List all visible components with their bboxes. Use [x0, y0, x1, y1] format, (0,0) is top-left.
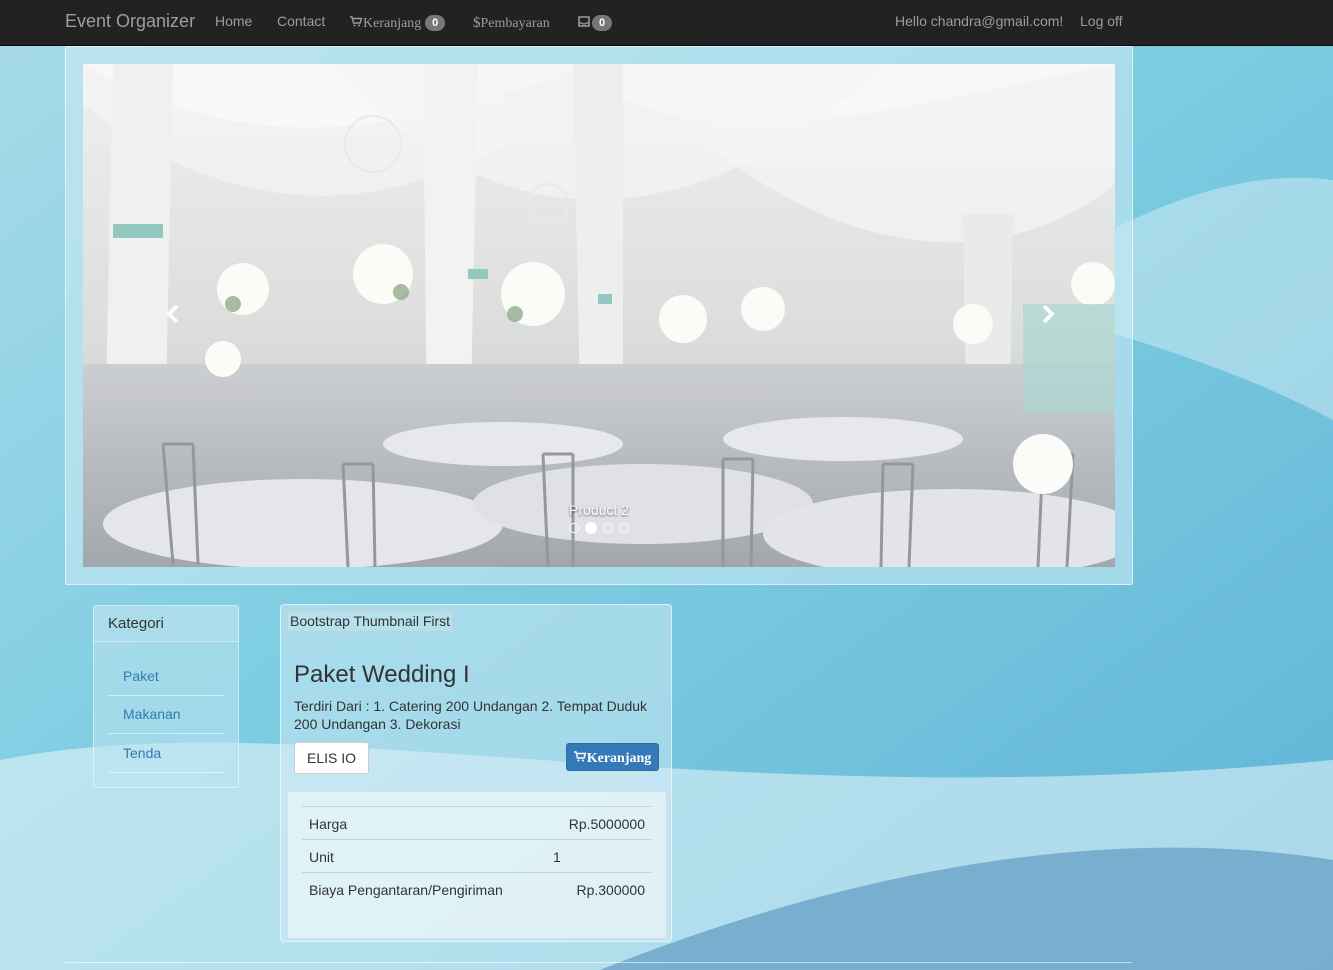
carousel-prev-button[interactable]	[153, 294, 193, 334]
nav-contact[interactable]: Contact	[277, 13, 325, 29]
detail-value: Rp.300000	[576, 882, 645, 898]
top-navbar: Event Organizer Home Contact Keranjang 0…	[0, 0, 1333, 46]
carousel-caption: Product 2	[569, 502, 629, 518]
category-item-tenda[interactable]: Tenda	[108, 734, 224, 773]
table-row: Biaya Pengantaran/Pengiriman Rp.300000	[302, 872, 652, 905]
cart-icon	[350, 14, 363, 30]
product-card: Bootstrap Thumbnail First Paket Wedding …	[280, 604, 672, 942]
product-carousel: Product 2	[83, 64, 1115, 567]
detail-mid: 1	[553, 849, 561, 865]
table-row: Harga Rp.5000000	[302, 806, 652, 839]
nav-payment-label: Pembayaran	[480, 16, 550, 31]
carousel-indicator[interactable]	[569, 523, 579, 533]
detail-value: Rp.5000000	[568, 816, 645, 832]
nav-cart-label: Keranjang	[363, 16, 422, 31]
category-panel: Kategori Paket Makanan Tenda	[93, 605, 239, 788]
cart-icon	[574, 744, 587, 770]
category-item-makanan[interactable]: Makanan	[108, 695, 224, 734]
nav-home[interactable]: Home	[215, 13, 252, 29]
product-details-table: Harga Rp.5000000 Unit 1 Biaya Pengantara…	[287, 791, 667, 939]
product-title: Paket Wedding I	[294, 661, 470, 688]
nav-inbox[interactable]: 0	[578, 14, 612, 31]
carousel-next-button[interactable]	[1028, 294, 1068, 334]
chevron-right-icon	[1042, 304, 1055, 324]
carousel-indicator[interactable]	[619, 523, 629, 533]
nav-cart[interactable]: Keranjang 0	[350, 14, 446, 32]
add-to-cart-label: Keranjang	[586, 751, 652, 766]
dollar-icon: $	[473, 15, 481, 31]
logoff-link[interactable]: Log off	[1080, 13, 1123, 29]
carousel-indicators	[83, 522, 1115, 534]
chevron-left-icon	[166, 304, 179, 324]
cart-count-badge: 0	[425, 15, 446, 31]
vendor-button[interactable]: ELIS IO	[294, 742, 370, 774]
add-to-cart-button[interactable]: Keranjang	[566, 743, 659, 771]
product-description: Terdiri Dari : 1. Catering 200 Undangan …	[294, 698, 648, 732]
category-item-label: Tenda	[123, 745, 162, 761]
category-item-label: Paket	[123, 668, 159, 684]
detail-label: Biaya Pengantaran/Pengiriman	[309, 882, 503, 898]
brand-link[interactable]: Event Organizer	[65, 11, 195, 32]
nav-payment[interactable]: $Pembayaran	[473, 14, 550, 32]
footer-divider	[65, 962, 1132, 963]
user-greeting-link[interactable]: Hello chandra@gmail.com!	[895, 13, 1063, 29]
category-item-label: Makanan	[123, 706, 181, 722]
carousel-indicator-active[interactable]	[585, 522, 597, 534]
category-item-paket[interactable]: Paket	[108, 657, 224, 696]
carousel-slide-image	[83, 64, 1115, 567]
table-row: Unit 1	[302, 839, 652, 872]
category-panel-title: Kategori	[94, 606, 238, 642]
product-thumbnail: Bootstrap Thumbnail First	[287, 610, 454, 632]
inbox-icon	[578, 14, 592, 30]
inbox-count-badge: 0	[592, 15, 612, 31]
detail-label: Harga	[309, 816, 348, 832]
detail-label: Unit	[309, 849, 334, 865]
carousel-indicator[interactable]	[603, 523, 613, 533]
thumbnail-alt-text: Bootstrap Thumbnail First	[290, 613, 451, 629]
